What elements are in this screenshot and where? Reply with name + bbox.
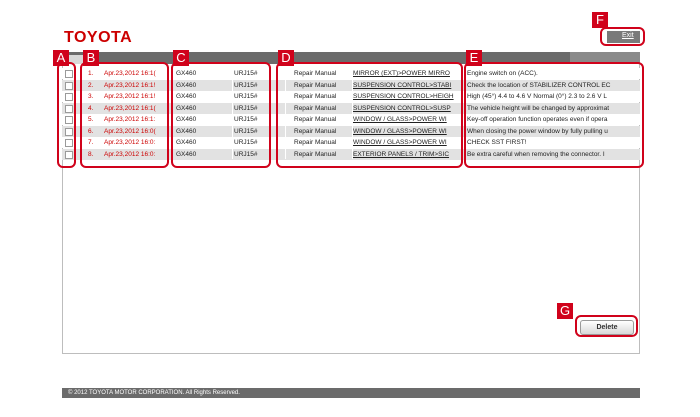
callout-badge-b: B (83, 50, 99, 66)
callout-box-f (600, 27, 645, 46)
callout-badge-f: F (592, 12, 608, 28)
callout-box-a (57, 62, 76, 168)
callout-badge-d: D (278, 50, 294, 66)
callout-box-e (464, 62, 644, 168)
callout-box-c (171, 62, 271, 168)
callout-badge-e: E (466, 50, 482, 66)
footer-copyright: © 2012 TOYOTA MOTOR CORPORATION. All Rig… (62, 388, 640, 398)
callout-badge-g: G (557, 303, 573, 319)
toyota-logo: TOYOTA (64, 29, 133, 46)
callout-box-d (276, 62, 463, 168)
callout-badge-c: C (173, 50, 189, 66)
callout-box-b (80, 62, 169, 168)
callout-box-g (575, 315, 638, 337)
callout-badge-a: A (53, 50, 69, 66)
